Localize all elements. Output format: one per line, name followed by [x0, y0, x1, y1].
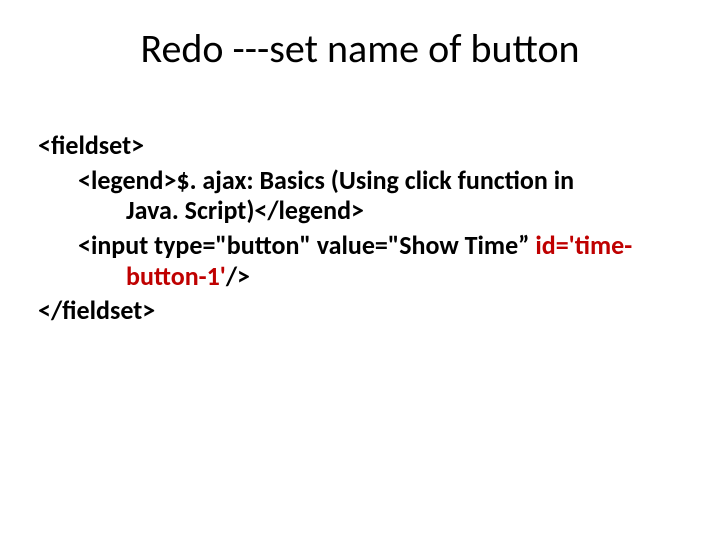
code-line-input: <input type="button" value="Show Time” i… — [78, 230, 678, 291]
code-text: <legend>$. ajax: Basics (Using click fun… — [78, 164, 574, 196]
code-line-legend: <legend>$. ajax: Basics (Using click fun… — [78, 165, 678, 226]
slide: Redo ---set name of button <fieldset> <l… — [0, 0, 720, 540]
code-highlight-id: id='time- — [535, 229, 632, 261]
code-line-fieldset-open: <fieldset> — [38, 130, 678, 161]
slide-body: <fieldset> <legend>$. ajax: Basics (Usin… — [38, 130, 678, 330]
code-text: <input type="button" value="Show Time” — [78, 229, 535, 261]
code-text: Java. Script)</legend> — [126, 194, 364, 226]
code-line-fieldset-close: </fieldset> — [38, 295, 678, 326]
code-text: /> — [226, 260, 250, 292]
slide-title: Redo ---set name of button — [0, 24, 720, 73]
code-highlight-id: button-1' — [126, 260, 226, 292]
